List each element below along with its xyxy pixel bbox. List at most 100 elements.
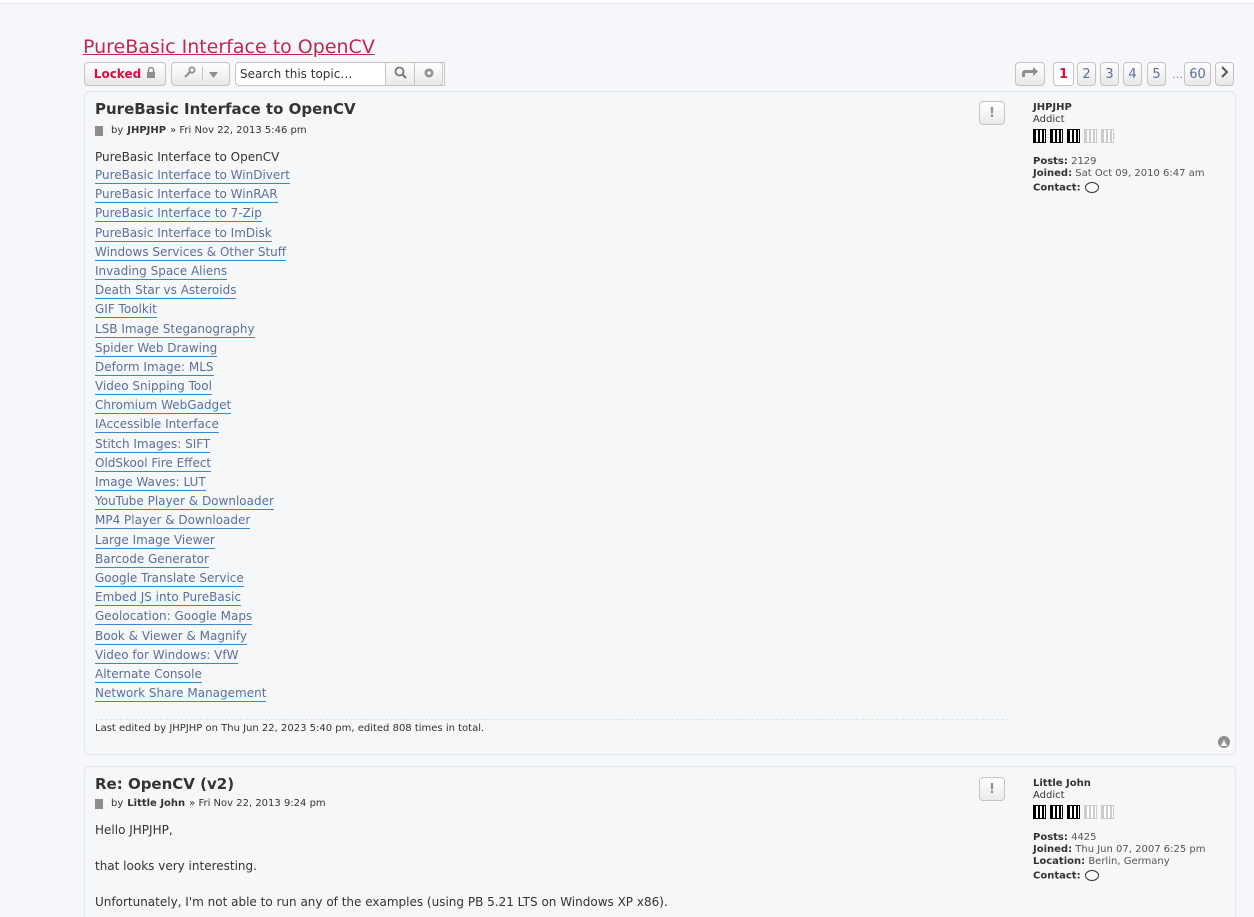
post-file-icon[interactable]	[95, 798, 103, 809]
pagination-ellipsis: …	[1172, 68, 1183, 81]
page-2-button[interactable]: 2	[1077, 62, 1096, 86]
project-link[interactable]: Video for Windows: VfW	[95, 647, 290, 667]
project-link-list: PureBasic Interface to WinDivert PureBas…	[95, 168, 290, 705]
project-link[interactable]: Geolocation: Google Maps	[95, 609, 290, 628]
profile-username[interactable]: Little John	[1033, 778, 1205, 790]
project-link[interactable]: Spider Web Drawing	[95, 340, 290, 360]
project-link[interactable]: Google Translate Service	[95, 570, 290, 590]
search-icon	[394, 66, 407, 82]
rank-star-icon	[1101, 129, 1114, 143]
speech-bubble-icon[interactable]	[1084, 870, 1099, 881]
exclamation-icon: !	[989, 105, 995, 121]
post-text-line: Unfortunately, I'm not able to run any o…	[95, 895, 668, 909]
project-link[interactable]: Video Snipping Tool	[95, 379, 290, 398]
speech-bubble-icon[interactable]	[1084, 182, 1099, 193]
topic-title-link[interactable]: PureBasic Interface to OpenCV	[83, 36, 375, 58]
locked-button[interactable]: Locked	[84, 62, 166, 86]
search-button[interactable]	[385, 62, 415, 86]
post-title[interactable]: Re: OpenCV (v2)	[95, 775, 234, 793]
project-link[interactable]: OldSkool Fire Effect	[95, 455, 290, 475]
project-link[interactable]: Invading Space Aliens	[95, 263, 290, 283]
page-4-button[interactable]: 4	[1123, 62, 1142, 86]
rank-star-icon	[1050, 805, 1063, 819]
post-author-link[interactable]: JHPJHP	[127, 125, 166, 136]
post-meta: by Little John » Fri Nov 22, 2013 9:24 p…	[95, 798, 326, 809]
topic-tools-button[interactable]	[171, 62, 230, 86]
project-link[interactable]: Book & Viewer & Magnify	[95, 628, 290, 648]
project-link[interactable]: LSB Image Steganography	[95, 321, 290, 341]
profile-joined: Joined: Thu Jun 07, 2007 6:25 pm	[1033, 844, 1206, 855]
report-button[interactable]: !	[979, 101, 1005, 125]
project-link[interactable]: Stitch Images: SIFT	[95, 436, 290, 456]
back-to-top-button[interactable]: ▲	[1218, 736, 1230, 748]
author-profile: Little John Addict Posts: 4425 Joined: T…	[1033, 778, 1205, 883]
post-author-link[interactable]: Little John	[127, 798, 185, 809]
author-profile: JHPJHP Addict Posts: 2129 Joined: Sat Oc…	[1033, 102, 1205, 195]
post-content-heading: PureBasic Interface to OpenCV	[95, 150, 280, 164]
profile-username[interactable]: JHPJHP	[1033, 102, 1205, 114]
profile-contact: Contact:	[1033, 870, 1205, 883]
profile-posts-link[interactable]: 4425	[1071, 832, 1096, 843]
project-link[interactable]: Chromium WebGadget	[95, 398, 290, 417]
project-link[interactable]: PureBasic Interface to ImDisk	[95, 225, 290, 245]
rank-star-icon	[1033, 805, 1046, 819]
project-link[interactable]: PureBasic Interface to 7-Zip	[95, 206, 290, 225]
profile-posts-link[interactable]: 2129	[1071, 156, 1096, 167]
profile-posts: Posts: 2129	[1033, 156, 1097, 167]
chevron-right-icon	[1220, 66, 1229, 82]
tools-divider	[202, 67, 203, 81]
by-label: by	[111, 125, 124, 136]
project-link[interactable]: Death Star vs Asteroids	[95, 283, 290, 302]
top-border	[0, 0, 1254, 4]
rank-stars	[1033, 804, 1205, 820]
project-link[interactable]: MP4 Player & Downloader	[95, 513, 290, 532]
next-page-button[interactable]	[1215, 62, 1234, 86]
project-link[interactable]: Windows Services & Other Stuff	[95, 244, 290, 264]
lock-icon	[146, 66, 156, 81]
project-link[interactable]: Deform Image: MLS	[95, 359, 290, 379]
profile-contact: Contact:	[1033, 182, 1205, 195]
profile-rank: Addict	[1033, 114, 1065, 125]
share-arrow-icon	[1021, 66, 1039, 82]
page-3-button[interactable]: 3	[1100, 62, 1119, 86]
post-file-icon[interactable]	[95, 125, 103, 136]
post-text-line: Hello JHPJHP,	[95, 823, 173, 837]
post-date: » Fri Nov 22, 2013 9:24 pm	[189, 798, 326, 809]
page-last-button[interactable]: 60	[1184, 62, 1211, 86]
advanced-search-button[interactable]	[414, 62, 443, 86]
report-button[interactable]: !	[979, 777, 1005, 801]
project-link[interactable]: YouTube Player & Downloader	[95, 494, 290, 513]
locked-label: Locked	[93, 67, 142, 81]
project-link[interactable]: Image Waves: LUT	[95, 475, 290, 494]
jump-to-page-button[interactable]	[1015, 62, 1045, 86]
project-link[interactable]: Alternate Console	[95, 666, 290, 686]
project-link[interactable]: IAccessible Interface	[95, 417, 290, 436]
project-link[interactable]: Large Image Viewer	[95, 532, 290, 552]
chevron-up-icon: ▲	[1220, 737, 1228, 747]
post-text-line: that looks very interesting.	[95, 859, 257, 873]
rank-stars	[1033, 128, 1205, 144]
chevron-down-icon	[209, 67, 218, 81]
page-5-button[interactable]: 5	[1147, 62, 1166, 86]
exclamation-icon: !	[989, 781, 995, 797]
rank-star-icon	[1033, 129, 1046, 143]
rank-star-icon	[1050, 129, 1063, 143]
rank-star-icon	[1067, 805, 1080, 819]
project-link[interactable]: PureBasic Interface to WinRAR	[95, 187, 290, 206]
project-link[interactable]: Network Share Management	[95, 686, 290, 705]
profile-posts: Posts: 4425	[1033, 832, 1097, 843]
post-title[interactable]: PureBasic Interface to OpenCV	[95, 100, 356, 118]
post-meta: by JHPJHP » Fri Nov 22, 2013 5:46 pm	[95, 125, 307, 136]
rank-star-icon	[1084, 805, 1097, 819]
rank-star-icon	[1084, 129, 1097, 143]
post-1: PureBasic Interface to OpenCV by JHPJHP …	[84, 91, 1236, 755]
project-link[interactable]: PureBasic Interface to WinDivert	[95, 168, 290, 187]
post-2: Re: OpenCV (v2) by Little John » Fri Nov…	[84, 766, 1236, 917]
rank-star-icon	[1101, 805, 1114, 819]
project-link[interactable]: Embed JS into PureBasic	[95, 590, 290, 609]
page-1-button[interactable]: 1	[1053, 62, 1074, 86]
project-link[interactable]: Barcode Generator	[95, 551, 290, 571]
gear-icon	[423, 67, 435, 82]
project-link[interactable]: GIF Toolkit	[95, 302, 290, 321]
edit-notice: Last edited by JHPJHP on Thu Jun 22, 202…	[95, 719, 1009, 734]
